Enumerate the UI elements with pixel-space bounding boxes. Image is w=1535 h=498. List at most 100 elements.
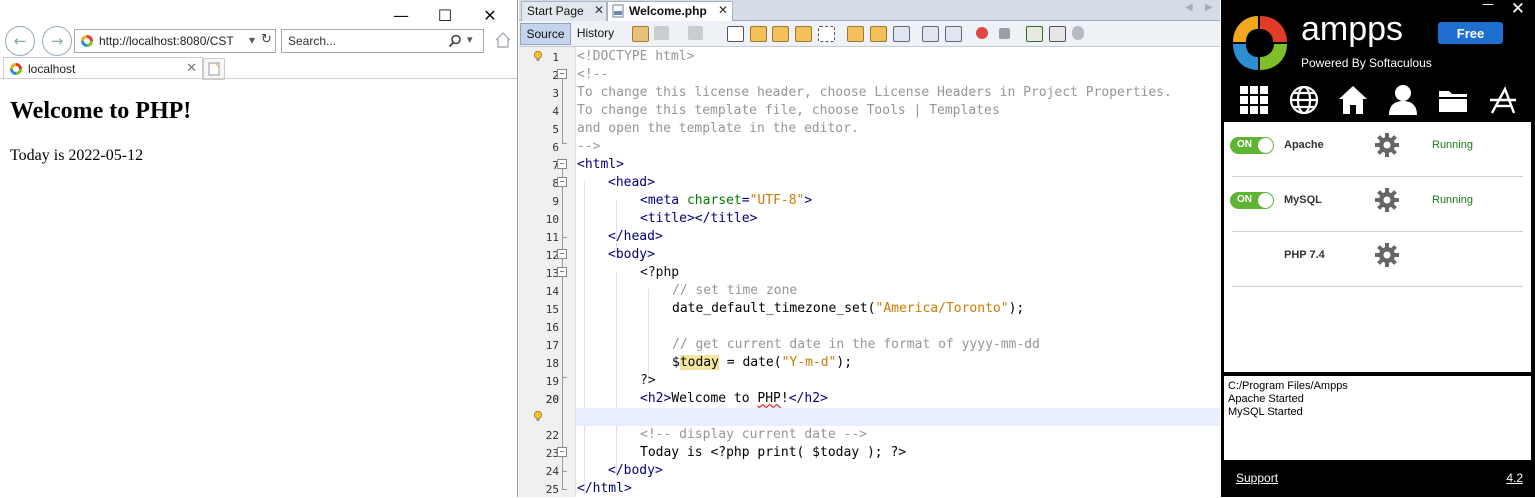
toggle-label: ON (1237, 194, 1252, 205)
search-input[interactable]: Search... (288, 34, 336, 48)
start-testing-icon[interactable] (1026, 26, 1043, 42)
minimize-button[interactable] (1483, 4, 1493, 5)
code-line-7: <html> (576, 156, 1220, 174)
code-text: <?php (640, 265, 680, 280)
close-button[interactable]: ✕ (1511, 0, 1525, 19)
fold-end (562, 489, 567, 490)
maximize-button[interactable]: ☐ (422, 2, 468, 28)
record-macro-icon[interactable] (976, 27, 988, 39)
find-selection-icon[interactable] (795, 26, 812, 42)
service-row-apache: ON Apache Running (1224, 122, 1531, 177)
tab-favicon-icon (10, 63, 22, 75)
service-name: MySQL (1284, 194, 1322, 206)
toggle-bookmark-icon[interactable] (893, 26, 910, 42)
home-icon[interactable] (494, 31, 512, 49)
fold-toggle-icon[interactable]: − (557, 177, 567, 187)
code-text: ); (836, 355, 853, 370)
tab-welcome-label: Welcome.php (629, 4, 707, 18)
scroll-left-icon[interactable]: ◀ (1185, 2, 1193, 13)
dropdown-icon[interactable]: ▾ (249, 33, 255, 47)
code-area[interactable]: <!DOCTYPE html> <!-- To change this lice… (576, 47, 1220, 497)
service-status: Running (1432, 139, 1473, 151)
scroll-right-icon[interactable]: ▶ (1205, 2, 1213, 13)
fold-toggle-icon[interactable]: − (557, 267, 567, 277)
code-text: To change this license header, choose Li… (577, 85, 1172, 100)
shift-right-icon[interactable] (945, 26, 962, 42)
log-panel: C:/Program Files/Ampps Apache Started My… (1224, 376, 1531, 460)
globe-icon[interactable] (1289, 84, 1319, 116)
tools-icon[interactable] (1488, 84, 1518, 116)
last-edit-icon[interactable] (632, 26, 649, 42)
tab-close-icon[interactable]: ✕ (594, 3, 604, 17)
address-bar[interactable]: http://localhost:8080/CST ▾ ↻ (74, 29, 276, 53)
code-text: Today is <?php print( $today ); ?> (640, 445, 907, 460)
gear-icon[interactable] (1374, 132, 1400, 158)
code-text: // get current date in the format of yyy… (672, 337, 1040, 352)
browser-tab[interactable]: localhost ✕ (3, 57, 203, 80)
service-name: Apache (1284, 139, 1324, 151)
home-icon[interactable] (1338, 84, 1368, 116)
version-link[interactable]: 4.2 (1506, 471, 1523, 485)
find-next-icon[interactable] (772, 26, 789, 42)
search-dropdown-icon[interactable]: ▾ (467, 33, 473, 46)
gear-icon[interactable] (1374, 242, 1400, 268)
toggle-highlight-icon[interactable] (818, 26, 835, 42)
previous-bookmark-icon[interactable] (847, 26, 864, 42)
apache-toggle[interactable]: ON (1230, 137, 1274, 154)
tab-start-page[interactable]: Start Page ✕ (521, 1, 607, 21)
free-button[interactable]: Free (1438, 22, 1503, 44)
code-text: <!-- (577, 67, 609, 82)
code-line-20: <h2>Welcome to PHP!</h2> (576, 390, 1220, 408)
mysql-toggle[interactable]: ON (1230, 192, 1274, 209)
apps-grid-icon[interactable] (1239, 84, 1269, 116)
back-icon[interactable] (654, 26, 669, 40)
tab-start-page-label: Start Page (527, 4, 584, 18)
find-icon[interactable] (727, 26, 744, 42)
code-text: charset (686, 193, 742, 208)
code-text: Welcome to (671, 391, 758, 406)
code-text: PHP (757, 391, 781, 406)
database-icon[interactable] (1072, 26, 1084, 40)
code-text: today (679, 355, 719, 370)
user-icon[interactable] (1388, 84, 1418, 116)
browser-window: — ☐ ✕ ← → http://localhost:8080/CST ▾ ↻ … (0, 0, 518, 497)
folder-icon[interactable] (1438, 84, 1468, 116)
log-line: MySQL Started (1228, 406, 1303, 418)
history-button[interactable]: History (572, 23, 619, 43)
next-bookmark-icon[interactable] (870, 26, 887, 42)
tab-close-icon[interactable]: ✕ (718, 3, 728, 17)
search-icon[interactable] (448, 34, 462, 48)
fold-toggle-icon[interactable]: − (557, 159, 567, 169)
ampps-window: ampps Powered By Softaculous Free ✕ ON A… (1221, 0, 1535, 497)
service-status: Running (1432, 194, 1473, 206)
tab-close-icon[interactable]: ✕ (186, 60, 197, 76)
code-text: "UTF-8" (749, 193, 805, 208)
new-tab-button[interactable] (203, 58, 225, 80)
forward-icon[interactable]: → (42, 26, 72, 56)
code-text: = (741, 193, 750, 208)
format-icon[interactable] (1049, 26, 1066, 42)
search-box[interactable]: Search... ▾ (281, 29, 484, 53)
source-button[interactable]: Source (520, 23, 571, 45)
forward-icon[interactable] (688, 26, 703, 40)
minimize-button[interactable]: — (378, 2, 424, 28)
code-line-25: </html> (576, 480, 1220, 498)
find-previous-icon[interactable] (750, 26, 767, 42)
stop-macro-icon[interactable] (999, 28, 1010, 39)
code-line-13: <?php (576, 264, 1220, 282)
fold-toggle-icon[interactable]: − (557, 249, 567, 259)
back-icon[interactable]: ← (5, 26, 35, 56)
shift-left-icon[interactable] (922, 26, 939, 42)
fold-toggle-icon[interactable]: − (557, 447, 567, 457)
refresh-icon[interactable]: ↻ (261, 32, 272, 47)
support-link[interactable]: Support (1236, 471, 1278, 485)
close-button[interactable]: ✕ (467, 2, 513, 28)
gear-icon[interactable] (1374, 187, 1400, 213)
url-text: http://localhost:8080/CST (99, 34, 234, 48)
fold-end (562, 143, 567, 144)
fold-toggle-icon[interactable]: − (557, 69, 567, 79)
code-line-21-current[interactable] (576, 408, 1220, 426)
tab-welcome-php[interactable]: Welcome.php ✕ (607, 1, 733, 21)
code-text: ?> (640, 373, 656, 388)
services-panel: ON Apache Running ON MySQL Running PHP 7… (1224, 122, 1531, 372)
